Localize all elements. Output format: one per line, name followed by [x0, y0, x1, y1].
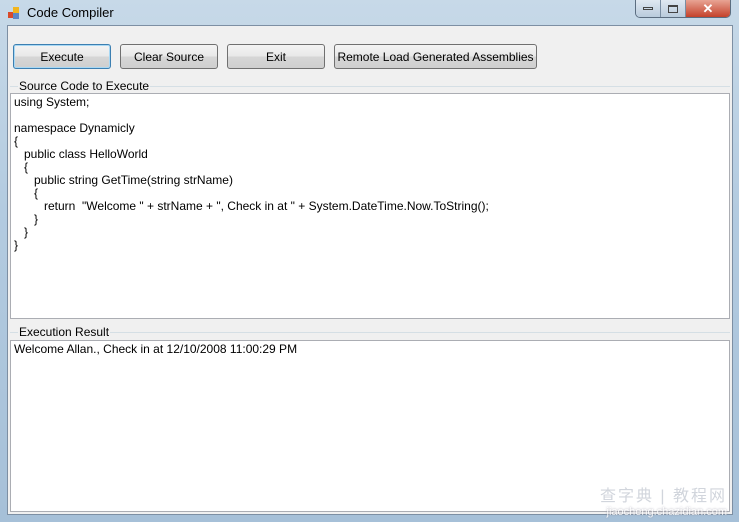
close-button[interactable]: ✕: [686, 0, 730, 17]
watermark-url: jiaocheng.chazidian.com: [606, 506, 727, 518]
source-code-textbox[interactable]: using System; namespace Dynamicly { publ…: [10, 93, 730, 319]
result-group-border: [10, 332, 730, 333]
clear-source-button[interactable]: Clear Source: [120, 44, 218, 69]
window-frame: Code Compiler ✕ Execute Clear Source Exi…: [0, 0, 739, 522]
exit-button[interactable]: Exit: [227, 44, 325, 69]
minimize-icon: [643, 7, 653, 10]
watermark-cn: 查字典 | 教程网: [599, 488, 727, 505]
source-group-label: Source Code to Execute: [18, 79, 151, 93]
window-controls: ✕: [635, 0, 731, 18]
close-icon: ✕: [702, 0, 714, 16]
watermark: 查字典 | 教程网 jiaocheng.chazidian.com: [600, 482, 727, 518]
minimize-button[interactable]: [636, 0, 661, 17]
remote-load-button[interactable]: Remote Load Generated Assemblies: [334, 44, 537, 69]
client-area: Execute Clear Source Exit Remote Load Ge…: [7, 25, 733, 515]
maximize-button[interactable]: [661, 0, 686, 17]
result-group-label: Execution Result: [18, 325, 111, 339]
window-title: Code Compiler: [27, 5, 114, 20]
app-window-icon: [8, 7, 20, 19]
execute-button[interactable]: Execute: [13, 44, 111, 69]
maximize-icon: [668, 4, 678, 13]
